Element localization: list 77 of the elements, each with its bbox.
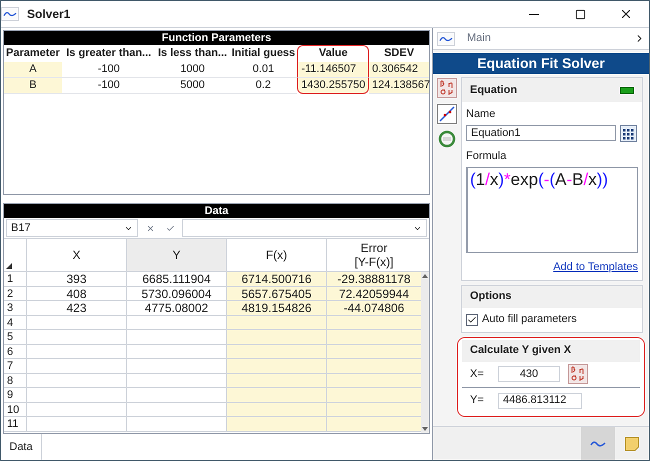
select-all-icon[interactable] <box>6 263 12 269</box>
table-cell: 408 <box>26 286 126 300</box>
chart-tab-button[interactable] <box>581 427 615 460</box>
table-cell: 4819.154826 <box>226 301 326 314</box>
table-cell: A <box>4 62 62 78</box>
checkbox[interactable] <box>466 314 478 326</box>
scroll-up-icon <box>422 274 428 278</box>
close-icon <box>619 7 633 21</box>
keypad-icon[interactable] <box>620 124 637 142</box>
column-header[interactable]: Y <box>126 239 226 271</box>
field-label: X= <box>470 366 485 382</box>
row-number: 2 <box>6 286 14 300</box>
table-cell: 5657.675405 <box>226 286 326 300</box>
row-number: 1 <box>6 272 14 286</box>
row-number: 7 <box>6 359 14 372</box>
column-header: SDEV <box>383 46 416 62</box>
column-header[interactable]: F(x) <box>226 239 326 271</box>
formula-field[interactable]: (1/x)*exp(-(A-B/x)) <box>466 167 638 253</box>
column-header: Initial guess <box>230 46 296 62</box>
table-cell: 1430.255750 <box>297 78 369 94</box>
check-icon <box>467 314 477 324</box>
checkbox-label: Auto fill parameters <box>482 312 577 328</box>
y-output-field[interactable]: 4486.813112 <box>498 392 582 408</box>
table-cell: 124.138567 <box>369 78 429 94</box>
x-input-field[interactable]: 430 <box>498 366 560 382</box>
table-cell: 1000 <box>156 62 230 78</box>
column-header: Is greater than... <box>65 46 152 62</box>
table-cell: -29.38881178 <box>326 272 421 286</box>
nav-bar[interactable]: Main <box>433 28 649 50</box>
column-header: Parameter <box>5 46 61 62</box>
note-icon <box>625 436 639 450</box>
add-to-templates-link[interactable]: Add to Templates <box>553 259 638 276</box>
row-number: 3 <box>6 301 14 314</box>
column-header: Is less than... <box>157 46 228 62</box>
card-title: Options <box>470 289 512 304</box>
table-cell: 6714.500716 <box>226 272 326 286</box>
table-cell: B <box>4 78 62 94</box>
field-label: Name <box>466 107 496 122</box>
table-cell: 393 <box>26 272 126 286</box>
field-label: Y= <box>470 393 485 408</box>
check-icon <box>166 224 174 232</box>
column-header[interactable]: Error [Y-F(x)] <box>326 239 421 271</box>
table-cell: 72.42059944 <box>326 286 421 300</box>
table-cell: 5000 <box>156 78 230 94</box>
panel-title: Equation Fit Solver <box>433 53 649 74</box>
table-cell: 0.306542 <box>369 62 430 78</box>
card-title: Equation <box>470 82 518 98</box>
row-number: 6 <box>6 344 14 358</box>
table-cell: 423 <box>26 301 126 314</box>
row-number: 9 <box>6 388 14 402</box>
row-number: 8 <box>6 374 14 387</box>
fit-line-icon[interactable] <box>437 104 457 124</box>
table-cell: -11.146507 <box>297 62 370 78</box>
formula-input-field[interactable] <box>182 219 427 237</box>
cell-reference-field[interactable]: B17 <box>6 219 138 237</box>
parameters-icon[interactable] <box>437 78 457 98</box>
nav-label: Main <box>467 31 491 46</box>
name-field[interactable]: Equation1 <box>466 125 616 141</box>
wave-icon <box>437 32 455 46</box>
parameters-icon[interactable] <box>568 364 588 384</box>
table-cell: -100 <box>62 62 156 78</box>
status-indicator <box>620 86 634 94</box>
row-number: 5 <box>6 330 14 344</box>
close-icon <box>146 224 154 232</box>
row-number: 10 <box>6 402 20 416</box>
section-header: Function Parameters <box>4 31 429 45</box>
window-title: Solver1 <box>27 6 70 23</box>
field-label: Formula <box>466 148 508 164</box>
scrollbar[interactable] <box>421 272 429 433</box>
scroll-down-icon <box>422 427 428 431</box>
card-title: Calculate Y given X <box>470 343 572 358</box>
section-header: Data <box>4 204 429 218</box>
maximize-icon <box>574 8 586 20</box>
table-cell: -44.074806 <box>326 301 421 314</box>
row-number: 11 <box>6 417 20 430</box>
table-cell: -100 <box>62 78 156 94</box>
row-number: 4 <box>6 316 14 329</box>
